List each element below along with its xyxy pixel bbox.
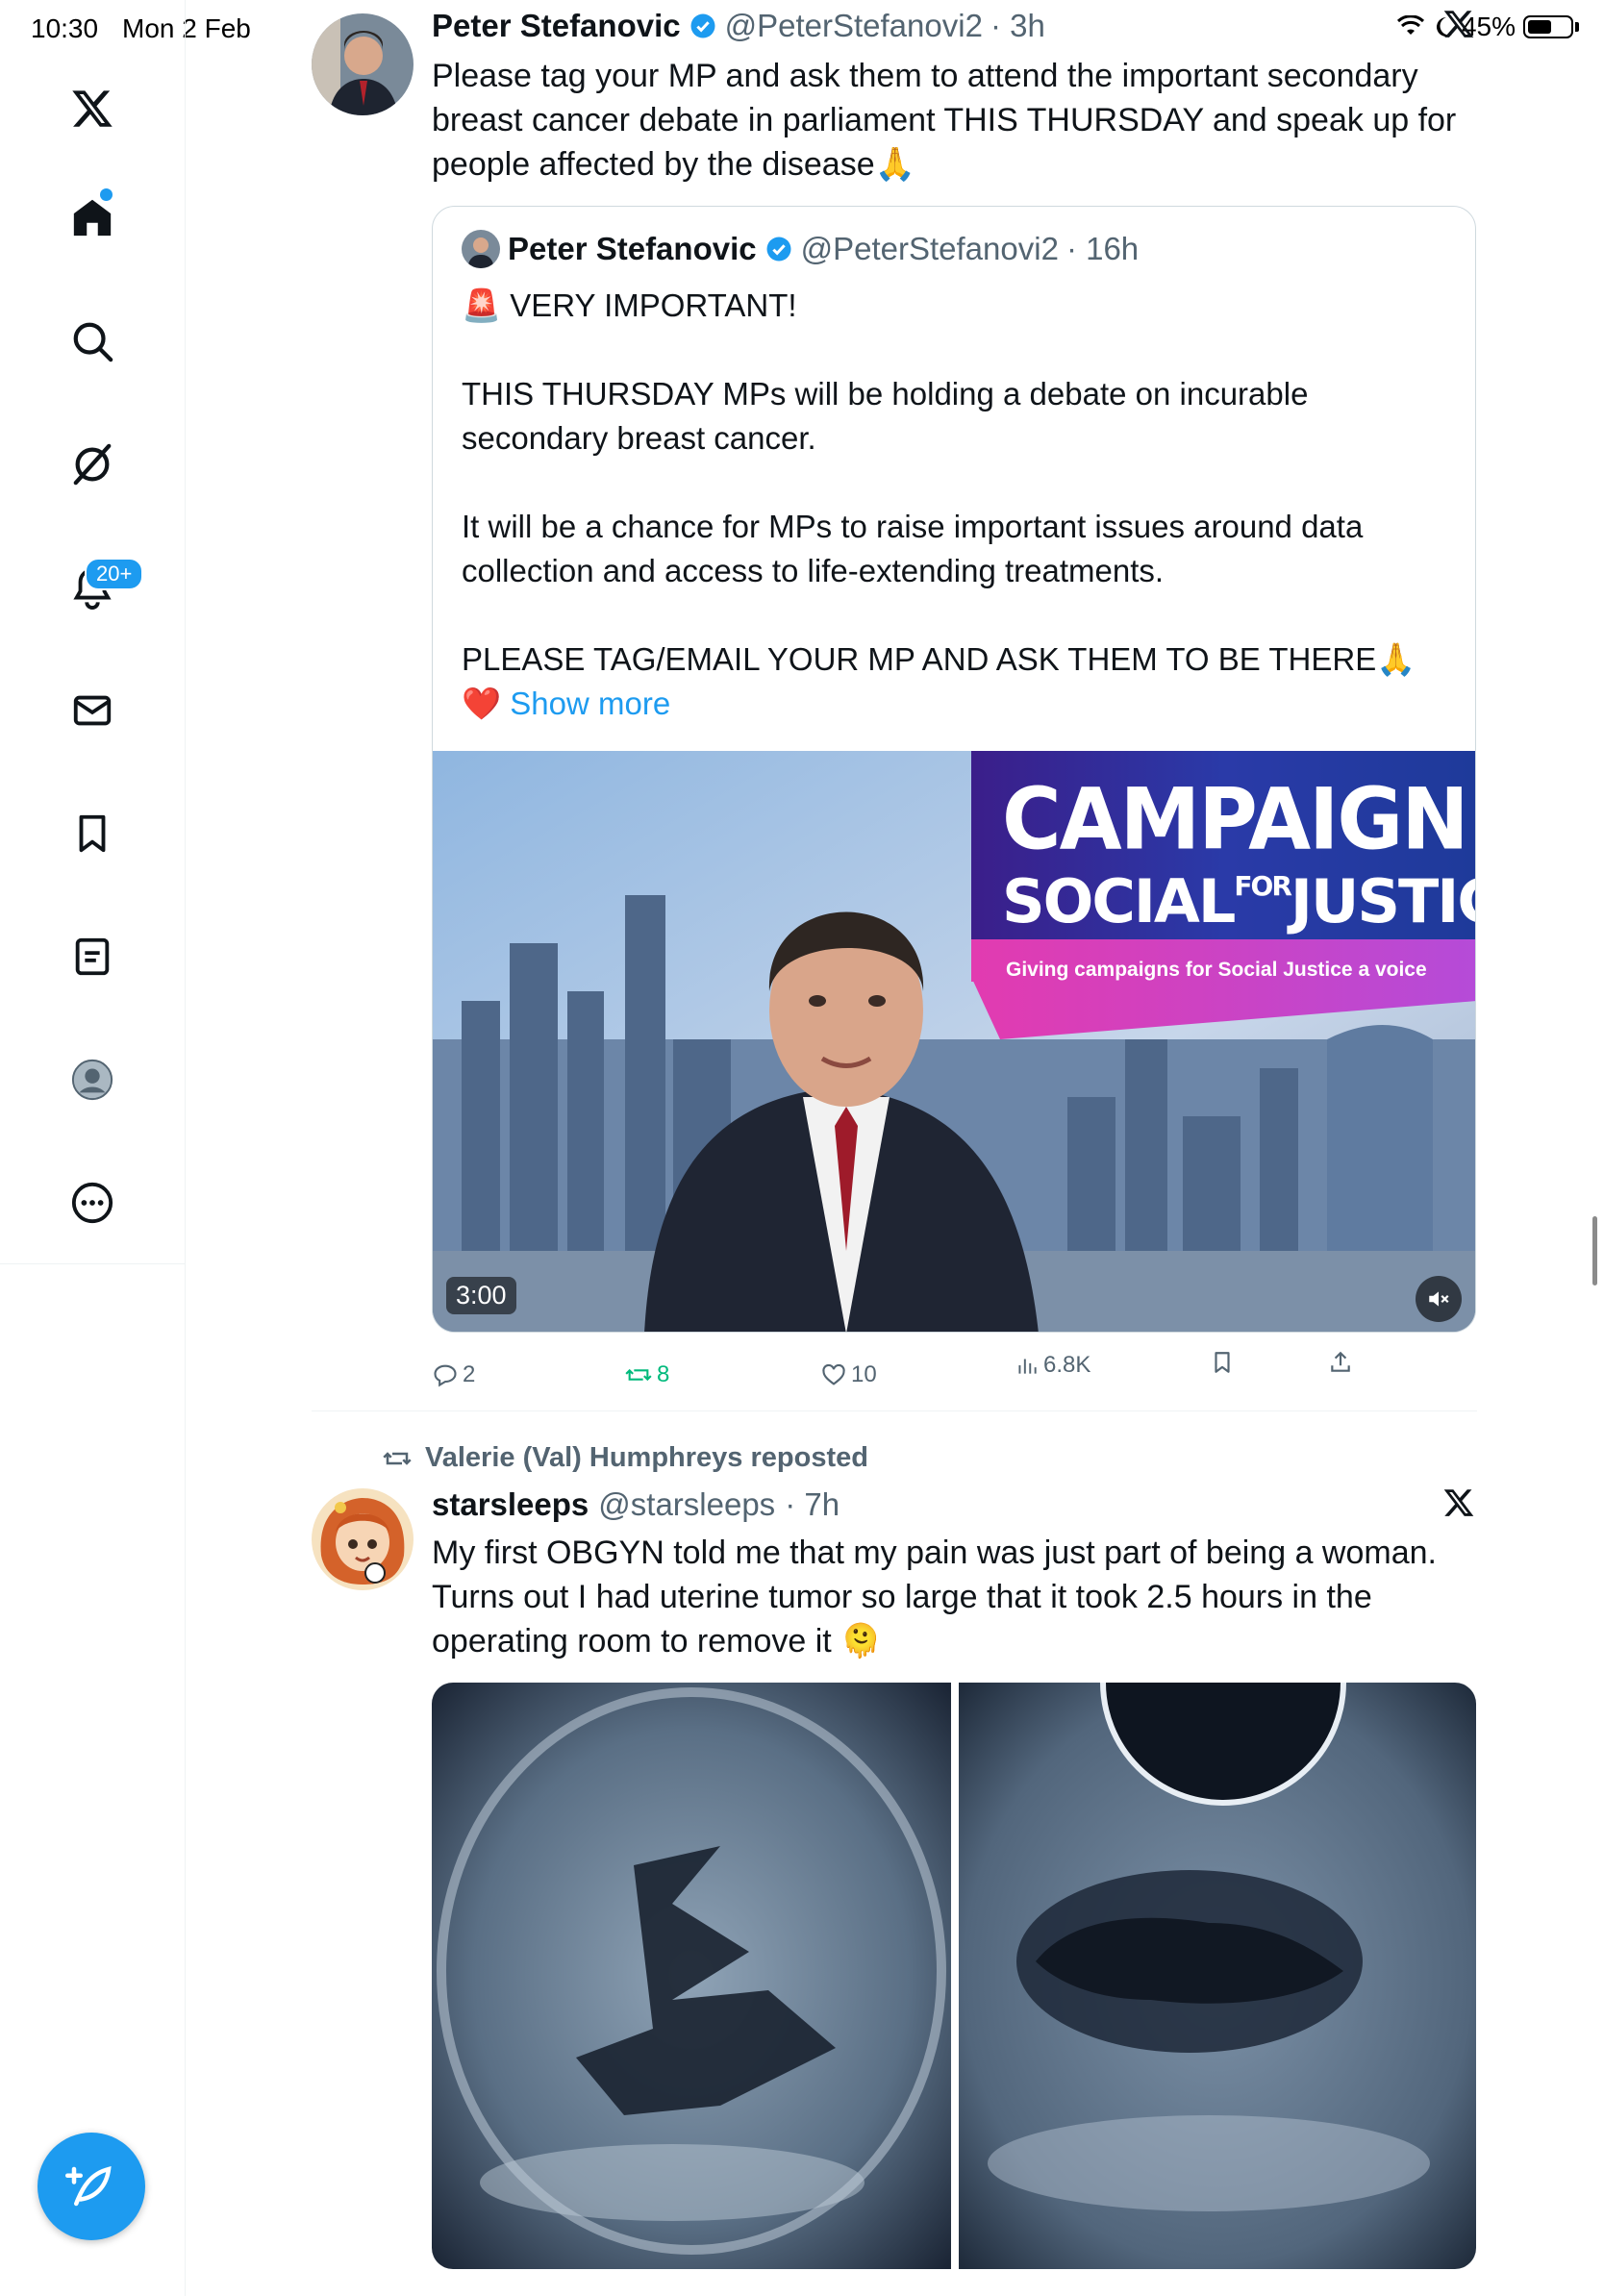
campaign-subtitle: SOCIALFORJUSTICE (1002, 866, 1475, 936)
quoted-author-name: Peter Stefanovic (508, 231, 757, 266)
x-logo-icon (1442, 1486, 1475, 1524)
ultrasound-image (959, 1683, 1476, 2269)
bookmark-icon[interactable] (63, 805, 121, 862)
home-new-dot (100, 188, 113, 201)
quoted-post-text: 🚨 VERY IMPORTANT! THIS THURSDAY MPs will… (462, 284, 1442, 726)
repost-icon (383, 1451, 412, 1465)
reposted-by: Valerie (Val) Humphreys reposted (425, 1442, 868, 1473)
battery-icon (1523, 15, 1573, 38)
post-time: · 7h (785, 1486, 840, 1522)
status-indicators: 45% (1396, 12, 1579, 42)
author-handle[interactable]: @starsleeps (598, 1486, 775, 1523)
quoted-post-time: · 16h (1065, 231, 1140, 266)
view-count: 6.8K (1043, 1352, 1091, 1378)
post-text: My first OBGYN told me that my pain was … (432, 1535, 1437, 1660)
author-avatar[interactable] (312, 1488, 414, 1590)
mute-button[interactable] (1416, 1276, 1462, 1322)
views-chart-icon (1018, 1359, 1037, 1374)
campaign-for: FOR (1234, 870, 1291, 902)
lists-icon[interactable] (63, 928, 121, 986)
messages-envelope-icon[interactable] (63, 682, 121, 739)
sidebar-divider (0, 1263, 185, 1264)
reply-count: 2 (463, 1361, 476, 1387)
author-handle[interactable]: @PeterStefanovi2 (725, 8, 983, 44)
like-button[interactable]: 10 (820, 1361, 877, 1388)
muted-speaker-icon (1429, 1291, 1449, 1307)
like-count: 10 (851, 1361, 877, 1387)
reply-icon (434, 1364, 457, 1387)
campaign-tagline: Giving campaigns for Social Justice a vo… (1006, 959, 1427, 981)
author-name[interactable]: starsleeps (432, 1486, 589, 1523)
post-text: Please tag your MP and ask them to atten… (432, 58, 1457, 183)
repost-count: 8 (657, 1361, 670, 1387)
repost-button[interactable]: 8 (624, 1361, 669, 1388)
share-icon (1331, 1351, 1350, 1372)
post-image-2[interactable] (959, 1683, 1476, 2269)
profile-avatar-icon[interactable] (63, 1051, 121, 1109)
ultrasound-image (432, 1683, 951, 2269)
heart-icon (822, 1363, 845, 1385)
reply-button[interactable]: 2 (432, 1361, 475, 1388)
quoted-author-avatar (462, 230, 500, 268)
show-more-link[interactable]: Show more (510, 686, 670, 721)
campaign-social: SOCIAL (1002, 866, 1236, 936)
campaign-justice: JUSTICE (1290, 866, 1475, 936)
campaign-title: CAMPAIGN (1002, 769, 1469, 869)
views-button[interactable]: 6.8K (1015, 1352, 1090, 1379)
bookmark-icon (1215, 1352, 1230, 1373)
scrollbar[interactable] (1592, 1216, 1597, 1285)
home-icon[interactable] (63, 188, 121, 246)
wifi-icon (1396, 15, 1424, 35)
verified-badge-icon (690, 13, 715, 38)
x-logo-icon[interactable] (63, 80, 121, 137)
x-logo-icon (1442, 8, 1475, 45)
search-icon[interactable] (63, 312, 121, 370)
post-image-1[interactable] (432, 1683, 951, 2269)
repost-icon (625, 1368, 652, 1382)
share-button[interactable] (1328, 1350, 1353, 1375)
repost-context[interactable]: Valerie (Val) Humphreys reposted (381, 1442, 868, 1474)
post-divider (312, 1410, 1477, 1411)
compose-post-button[interactable] (38, 2133, 145, 2240)
video-duration: 3:00 (446, 1277, 516, 1314)
video-player[interactable]: CAMPAIGN SOCIALFORJUSTICE Giving campaig… (433, 751, 1475, 1332)
compose-feather-icon (65, 2166, 112, 2207)
quoted-post[interactable]: Peter Stefanovic @PeterStefanovi2 · 16h … (432, 206, 1476, 1333)
notifications-badge: 20+ (85, 558, 144, 590)
post-actions: 2 8 10 6.8K (432, 1351, 1393, 1394)
quoted-author-handle: @PeterStefanovi2 (800, 231, 1059, 266)
quoted-post-body: 🚨 VERY IMPORTANT! THIS THURSDAY MPs will… (462, 287, 1416, 721)
author-name[interactable]: Peter Stefanovic (432, 8, 681, 44)
verified-badge-icon (766, 237, 791, 262)
grok-icon[interactable] (63, 436, 121, 493)
more-icon[interactable] (63, 1174, 121, 1232)
bookmark-post-button[interactable] (1210, 1350, 1235, 1375)
author-avatar[interactable] (312, 13, 414, 115)
post-time: · 3h (990, 8, 1045, 43)
